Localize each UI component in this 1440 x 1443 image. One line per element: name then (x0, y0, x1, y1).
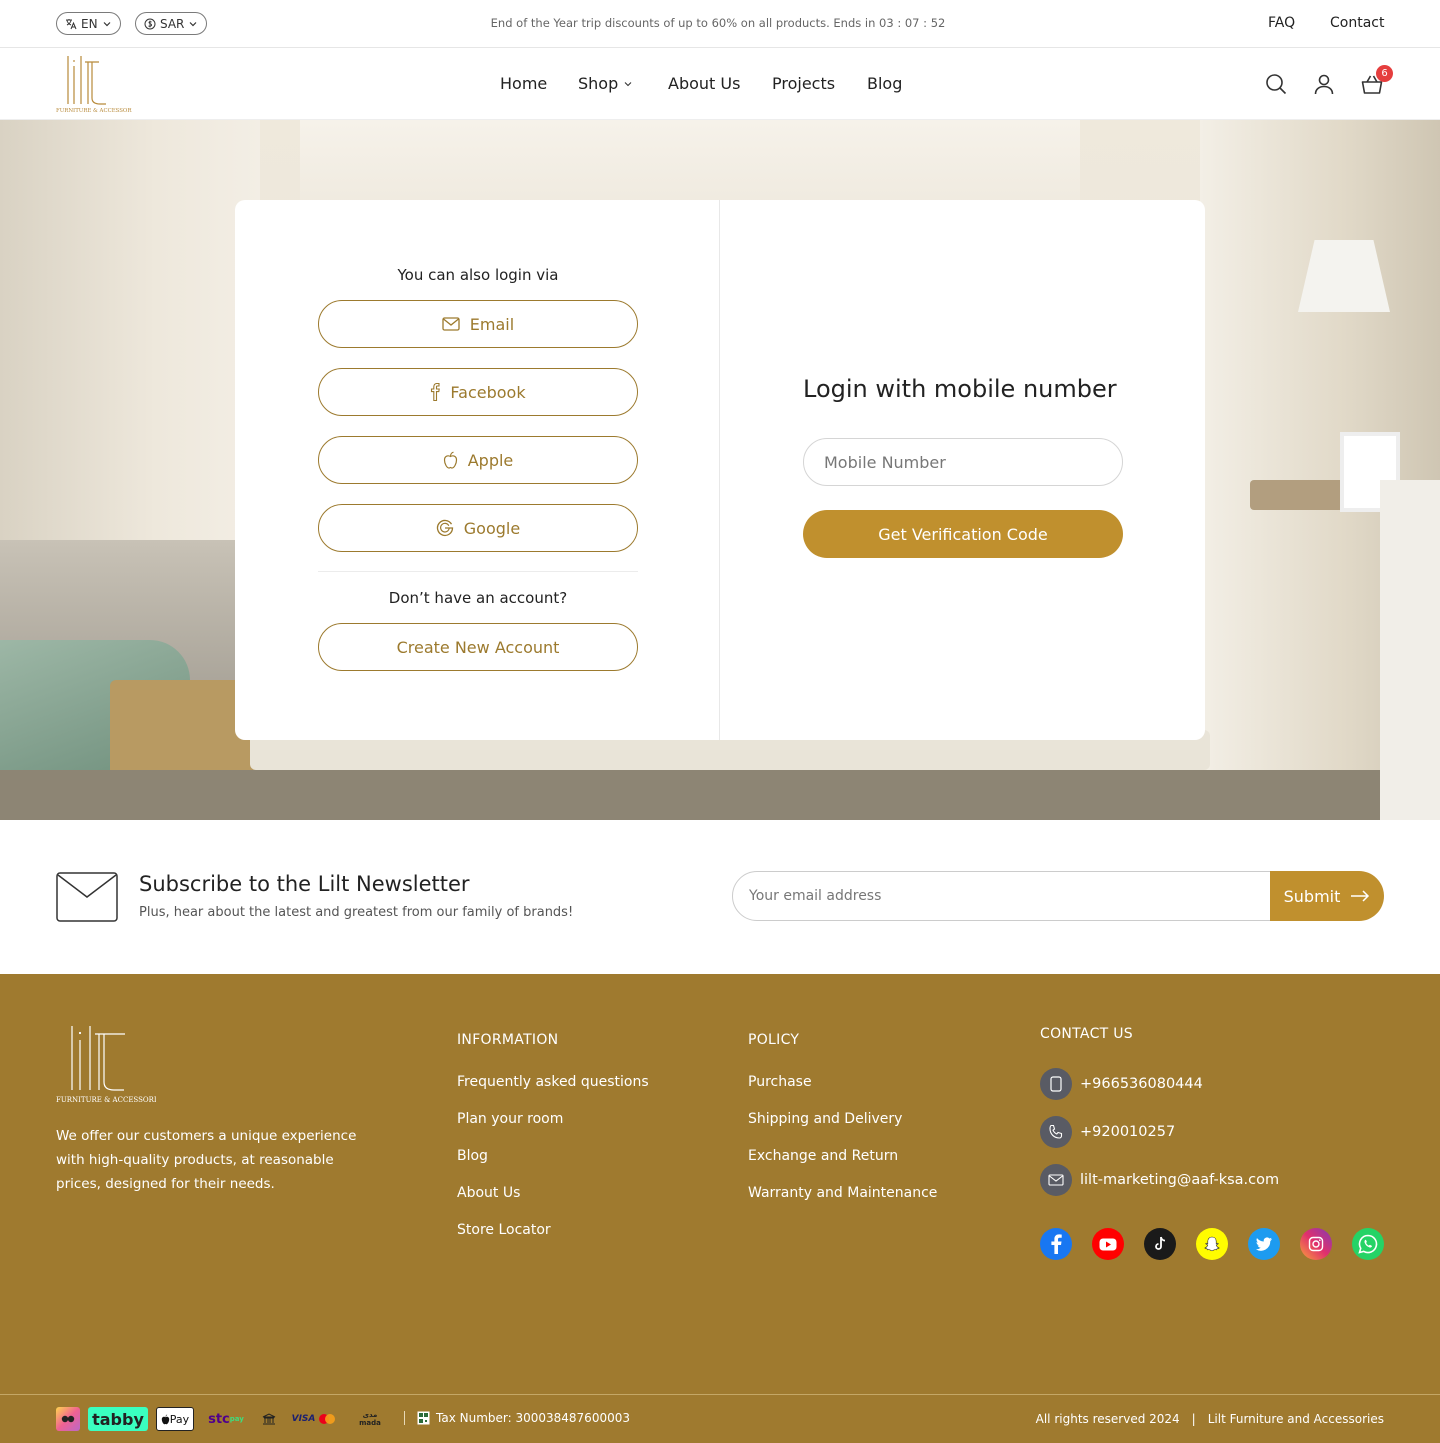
background-cabinet (1380, 480, 1440, 820)
contact-link[interactable]: Contact (1330, 15, 1384, 31)
payment-logo-tamara (56, 1407, 80, 1431)
payment-logo-mada: مدى mada (359, 1411, 381, 1427)
svg-text:FURNITURE & ACCESSORIES: FURNITURE & ACCESSORIES (56, 1096, 156, 1104)
site-footer: FURNITURE & ACCESSORIES We offer our cus… (0, 974, 1440, 1443)
site-logo[interactable]: FURNITURE & ACCESSORIES (56, 54, 132, 114)
nav-home[interactable]: Home (500, 74, 547, 93)
facebook-icon (430, 383, 441, 401)
currency-selector[interactable]: SAR (135, 12, 208, 35)
apple-icon (161, 1414, 170, 1425)
mail-icon (1040, 1164, 1072, 1196)
payment-logo-applepay: Pay (156, 1407, 194, 1431)
language-label: EN (81, 16, 98, 31)
mobile-phone-icon (1040, 1068, 1072, 1100)
chevron-down-icon (188, 19, 198, 29)
chevron-down-icon (623, 79, 633, 89)
main-header: FURNITURE & ACCESSORIES Home Shop About … (0, 48, 1440, 120)
apple-login-button[interactable]: Apple (318, 436, 638, 484)
no-account-text: Don’t have an account? (388, 589, 568, 607)
contact-mobile[interactable]: +966536080444 (1040, 1068, 1203, 1100)
footer-link-faq[interactable]: Frequently asked questions (457, 1074, 649, 1090)
bank-icon (260, 1407, 278, 1431)
footer-contact-heading: CONTACT US (1040, 1026, 1133, 1042)
google-icon (436, 519, 454, 537)
background-floor (0, 770, 1440, 820)
facebook-icon[interactable] (1040, 1228, 1072, 1260)
footer-link-warranty[interactable]: Warranty and Maintenance (748, 1185, 937, 1201)
footer-link-shipping[interactable]: Shipping and Delivery (748, 1111, 902, 1127)
apple-icon (443, 451, 458, 469)
google-login-button[interactable]: Google (318, 504, 638, 552)
nav-shop[interactable]: Shop (578, 74, 633, 93)
footer-link-purchase[interactable]: Purchase (748, 1074, 812, 1090)
cart-count-badge: 6 (1376, 65, 1393, 82)
whatsapp-icon[interactable] (1352, 1228, 1384, 1260)
login-card: You can also login via Email Facebook Ap… (235, 200, 1205, 740)
youtube-icon[interactable] (1092, 1228, 1124, 1260)
top-bar: EN SAR End of the Year trip discounts of… (0, 0, 1440, 48)
mail-icon (442, 317, 460, 331)
snapchat-icon[interactable] (1196, 1228, 1228, 1260)
qr-code-icon (417, 1411, 430, 1425)
user-icon[interactable] (1312, 72, 1336, 96)
language-selector[interactable]: EN (56, 12, 121, 35)
footer-logo[interactable]: FURNITURE & ACCESSORIES (56, 1024, 156, 1104)
twitter-icon[interactable] (1248, 1228, 1280, 1260)
facebook-login-button[interactable]: Facebook (318, 368, 638, 416)
footer-link-plan-room[interactable]: Plan your room (457, 1111, 563, 1127)
payment-logo-tabby: tabby (88, 1407, 148, 1431)
payment-logo-stcpay: stc pay (208, 1411, 244, 1427)
faq-link[interactable]: FAQ (1268, 15, 1295, 31)
tiktok-icon[interactable] (1144, 1228, 1176, 1260)
footer-about-text: We offer our customers a unique experien… (56, 1128, 357, 1192)
mastercard-icon (319, 1414, 336, 1424)
footer-link-about-us[interactable]: About Us (457, 1185, 520, 1201)
mobile-number-input[interactable] (803, 438, 1123, 486)
nav-blog[interactable]: Blog (867, 74, 902, 93)
newsletter-title: Subscribe to the Lilt Newsletter (139, 872, 470, 896)
tax-separator (404, 1411, 405, 1425)
promo-banner: End of the Year trip discounts of up to … (490, 16, 946, 30)
mobile-login-title: Login with mobile number (803, 375, 1117, 403)
contact-phone[interactable]: +920010257 (1040, 1116, 1175, 1148)
contact-email[interactable]: lilt-marketing@aaf-ksa.com (1040, 1164, 1279, 1196)
arrow-right-icon (1350, 890, 1370, 902)
payment-logo-visa-mastercard: VISA (290, 1407, 338, 1431)
envelope-icon (56, 872, 118, 922)
chevron-down-icon (102, 19, 112, 29)
instagram-icon[interactable] (1300, 1228, 1332, 1260)
tax-number: Tax Number: 300038487600003 (417, 1411, 630, 1425)
login-via-title: You can also login via (397, 266, 559, 284)
footer-divider (0, 1394, 1440, 1395)
svg-text:FURNITURE & ACCESSORIES: FURNITURE & ACCESSORIES (56, 108, 132, 114)
footer-policy-heading: POLICY (748, 1032, 800, 1048)
search-icon[interactable] (1264, 72, 1288, 96)
email-login-button[interactable]: Email (318, 300, 638, 348)
dollar-icon (144, 18, 156, 30)
newsletter-email-input[interactable] (732, 871, 1292, 921)
nav-projects[interactable]: Projects (772, 74, 835, 93)
copyright: All rights reserved 2024 | Lilt Furnitur… (1035, 1412, 1384, 1426)
section-divider (318, 571, 638, 572)
footer-link-exchange[interactable]: Exchange and Return (748, 1148, 898, 1164)
newsletter-submit-button[interactable]: Submit (1270, 871, 1384, 921)
currency-label: SAR (160, 16, 185, 31)
create-account-button[interactable]: Create New Account (318, 623, 638, 671)
get-verification-code-button[interactable]: Get Verification Code (803, 510, 1123, 558)
footer-link-blog[interactable]: Blog (457, 1148, 488, 1164)
newsletter-subtitle: Plus, hear about the latest and greatest… (139, 905, 574, 920)
footer-information-heading: INFORMATION (457, 1032, 559, 1048)
card-divider (719, 200, 720, 740)
phone-icon (1040, 1116, 1072, 1148)
footer-link-store-locator[interactable]: Store Locator (457, 1222, 551, 1238)
nav-about-us[interactable]: About Us (668, 74, 740, 93)
translate-icon (65, 18, 77, 30)
